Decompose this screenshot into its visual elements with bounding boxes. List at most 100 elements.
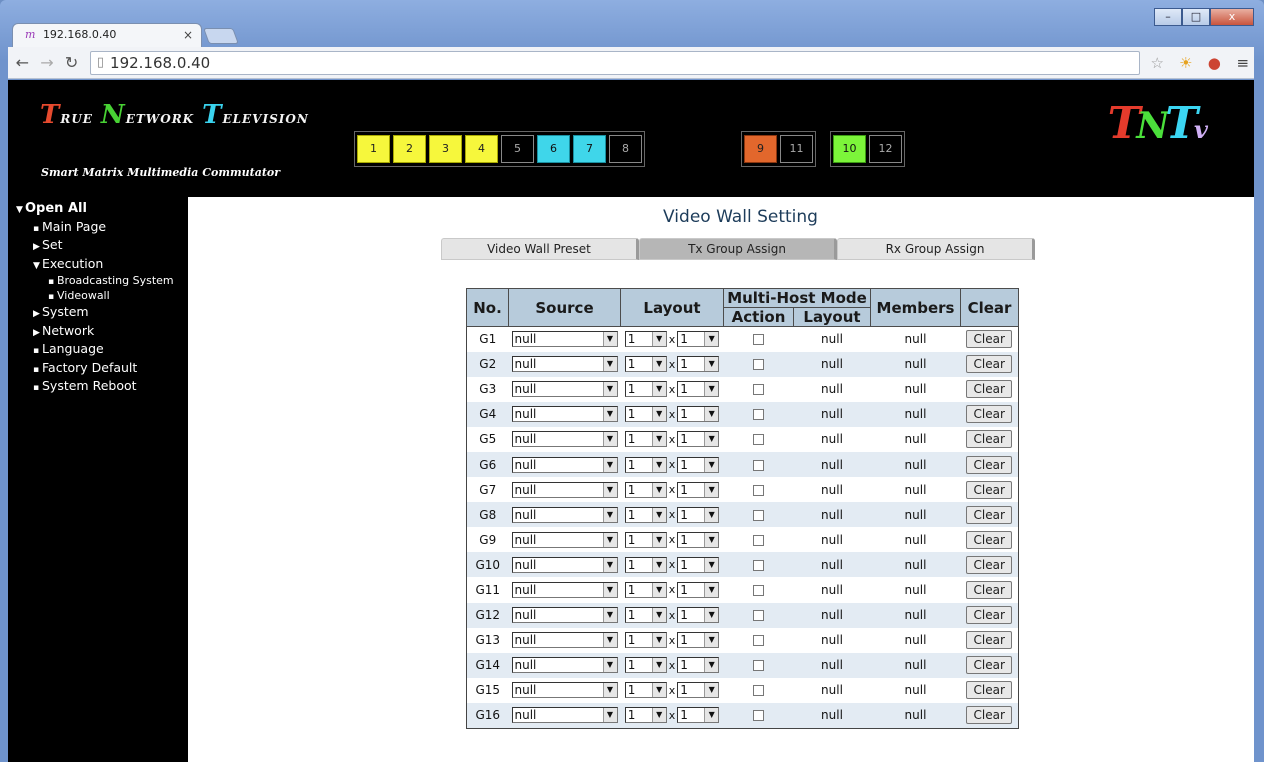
- clear-button[interactable]: Clear: [966, 405, 1013, 424]
- action-checkbox[interactable]: [753, 509, 764, 521]
- action-checkbox[interactable]: [753, 584, 764, 596]
- clear-button[interactable]: Clear: [966, 355, 1013, 374]
- layout-rows-select[interactable]: 1 ▼: [677, 506, 720, 523]
- sidebar-item-open-all[interactable]: ▼ Open All: [16, 201, 188, 219]
- tab-tx-group-assign[interactable]: Tx Group Assign: [639, 238, 837, 260]
- layout-rows-select[interactable]: 1 ▼: [677, 431, 720, 448]
- layout-rows-select[interactable]: 1 ▼: [677, 406, 720, 423]
- clear-button[interactable]: Clear: [966, 380, 1013, 399]
- action-checkbox[interactable]: [753, 384, 764, 396]
- layout-cols-select[interactable]: 1 ▼: [624, 531, 667, 548]
- layout-cols-select[interactable]: 1 ▼: [624, 607, 667, 624]
- action-checkbox[interactable]: [753, 409, 764, 421]
- action-checkbox[interactable]: [753, 484, 764, 496]
- layout-cols-select[interactable]: 1 ▼: [624, 356, 667, 373]
- action-checkbox[interactable]: [753, 359, 764, 371]
- channel-button-11[interactable]: 11: [780, 135, 813, 163]
- layout-rows-select[interactable]: 1 ▼: [677, 707, 720, 724]
- source-select[interactable]: null ▼: [511, 581, 618, 598]
- sidebar-item-main-page[interactable]: ▪ Main Page: [16, 219, 188, 238]
- clear-button[interactable]: Clear: [966, 706, 1013, 725]
- sidebar-item-network[interactable]: ▶ Network: [16, 323, 188, 342]
- channel-button-5[interactable]: 5: [501, 135, 534, 163]
- layout-cols-select[interactable]: 1 ▼: [624, 707, 667, 724]
- action-checkbox[interactable]: [753, 459, 764, 471]
- channel-button-4[interactable]: 4: [465, 135, 498, 163]
- layout-cols-select[interactable]: 1 ▼: [624, 632, 667, 649]
- clear-button[interactable]: Clear: [966, 455, 1013, 474]
- channel-button-1[interactable]: 1: [357, 135, 390, 163]
- clear-button[interactable]: Clear: [966, 530, 1013, 549]
- action-checkbox[interactable]: [753, 610, 764, 622]
- sidebar-item-set[interactable]: ▶ Set: [16, 237, 188, 256]
- sidebar-item-broadcasting-system[interactable]: ▪ Broadcasting System: [16, 274, 188, 289]
- layout-rows-select[interactable]: 1 ▼: [677, 556, 720, 573]
- back-icon[interactable]: ←: [12, 53, 33, 72]
- sidebar-item-system-reboot[interactable]: ▪ System Reboot: [16, 378, 188, 397]
- layout-cols-select[interactable]: 1 ▼: [624, 456, 667, 473]
- clear-button[interactable]: Clear: [966, 631, 1013, 650]
- action-checkbox[interactable]: [753, 559, 764, 571]
- sidebar-item-videowall[interactable]: ▪ Videowall: [16, 289, 188, 304]
- layout-cols-select[interactable]: 1 ▼: [624, 556, 667, 573]
- layout-rows-select[interactable]: 1 ▼: [677, 331, 720, 348]
- extension-weather-icon[interactable]: ☀: [1175, 54, 1198, 72]
- source-select[interactable]: null ▼: [511, 331, 618, 348]
- layout-cols-select[interactable]: 1 ▼: [624, 381, 667, 398]
- source-select[interactable]: null ▼: [511, 456, 618, 473]
- source-select[interactable]: null ▼: [511, 531, 618, 548]
- reload-icon[interactable]: ↻: [61, 53, 82, 72]
- layout-cols-select[interactable]: 1 ▼: [624, 581, 667, 598]
- layout-rows-select[interactable]: 1 ▼: [677, 632, 720, 649]
- layout-cols-select[interactable]: 1 ▼: [624, 506, 667, 523]
- action-checkbox[interactable]: [753, 685, 764, 697]
- window-close-button[interactable]: x: [1210, 8, 1254, 26]
- layout-rows-select[interactable]: 1 ▼: [677, 381, 720, 398]
- source-select[interactable]: null ▼: [511, 707, 618, 724]
- browser-tab[interactable]: m 192.168.0.40 ×: [12, 23, 202, 47]
- source-select[interactable]: null ▼: [511, 506, 618, 523]
- source-select[interactable]: null ▼: [511, 431, 618, 448]
- layout-cols-select[interactable]: 1 ▼: [624, 406, 667, 423]
- channel-button-7[interactable]: 7: [573, 135, 606, 163]
- source-select[interactable]: null ▼: [511, 406, 618, 423]
- layout-rows-select[interactable]: 1 ▼: [677, 456, 720, 473]
- maximize-button[interactable]: □: [1182, 8, 1210, 26]
- sidebar-item-factory-default[interactable]: ▪ Factory Default: [16, 360, 188, 379]
- layout-rows-select[interactable]: 1 ▼: [677, 531, 720, 548]
- new-tab-button[interactable]: [203, 28, 239, 44]
- layout-rows-select[interactable]: 1 ▼: [677, 657, 720, 674]
- clear-button[interactable]: Clear: [966, 505, 1013, 524]
- layout-cols-select[interactable]: 1 ▼: [624, 682, 667, 699]
- source-select[interactable]: null ▼: [511, 481, 618, 498]
- clear-button[interactable]: Clear: [966, 480, 1013, 499]
- minimize-button[interactable]: –: [1154, 8, 1182, 26]
- sidebar-item-language[interactable]: ▪ Language: [16, 341, 188, 360]
- source-select[interactable]: null ▼: [511, 356, 618, 373]
- layout-cols-select[interactable]: 1 ▼: [624, 431, 667, 448]
- extension-icon[interactable]: ●: [1203, 54, 1226, 72]
- address-bar[interactable]: ▯ 192.168.0.40: [89, 50, 1140, 75]
- action-checkbox[interactable]: [753, 710, 764, 722]
- clear-button[interactable]: Clear: [966, 656, 1013, 675]
- source-select[interactable]: null ▼: [511, 682, 618, 699]
- source-select[interactable]: null ▼: [511, 632, 618, 649]
- channel-button-8[interactable]: 8: [609, 135, 642, 163]
- menu-icon[interactable]: ≡: [1232, 54, 1255, 72]
- action-checkbox[interactable]: [753, 635, 764, 647]
- source-select[interactable]: null ▼: [511, 657, 618, 674]
- layout-cols-select[interactable]: 1 ▼: [624, 657, 667, 674]
- clear-button[interactable]: Clear: [966, 430, 1013, 449]
- action-checkbox[interactable]: [753, 534, 764, 546]
- source-select[interactable]: null ▼: [511, 607, 618, 624]
- channel-button-10[interactable]: 10: [833, 135, 866, 163]
- sidebar-item-system[interactable]: ▶ System: [16, 304, 188, 323]
- bookmark-star-icon[interactable]: ☆: [1146, 54, 1169, 72]
- source-select[interactable]: null ▼: [511, 381, 618, 398]
- layout-cols-select[interactable]: 1 ▼: [624, 481, 667, 498]
- tab-rx-group-assign[interactable]: Rx Group Assign: [837, 238, 1035, 260]
- source-select[interactable]: null ▼: [511, 556, 618, 573]
- clear-button[interactable]: Clear: [966, 555, 1013, 574]
- action-checkbox[interactable]: [753, 434, 764, 446]
- channel-button-12[interactable]: 12: [869, 135, 902, 163]
